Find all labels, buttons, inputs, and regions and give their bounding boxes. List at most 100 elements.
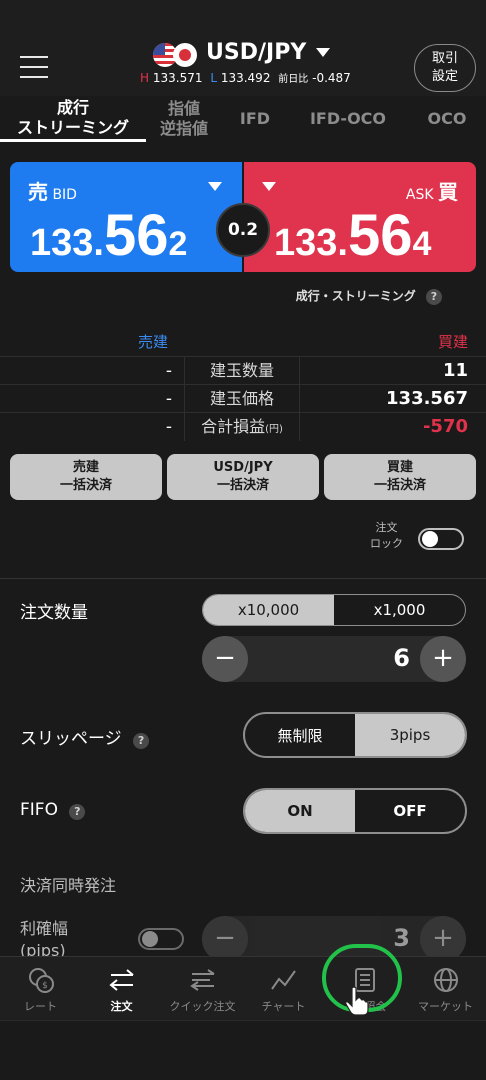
low-value: 133.492: [220, 71, 271, 85]
divider: [0, 578, 486, 579]
bid-label-en: BID: [52, 187, 77, 203]
currency-pair-selector[interactable]: USD/JPY: [206, 40, 331, 65]
change-label: 前日比: [278, 74, 309, 85]
bid-label-jp: 売: [28, 180, 48, 204]
chevron-down-icon: [316, 48, 331, 57]
buy-header: 買建: [437, 333, 468, 351]
ask-caret-icon: [262, 182, 276, 191]
fifo-selector[interactable]: ON OFF: [243, 788, 467, 834]
change-value: -0.487: [312, 71, 351, 85]
order-type-label: 成行・ストリーミング ?: [296, 287, 442, 305]
order-lock-toggle[interactable]: [418, 528, 464, 550]
row-unit: (円): [265, 424, 283, 435]
plus-button[interactable]: +: [420, 636, 466, 682]
sell-value: -: [165, 361, 172, 381]
button-label: 売建: [72, 460, 99, 475]
nav-rate[interactable]: $ レート: [0, 957, 81, 1020]
row-label-text: 建玉数量: [209, 361, 274, 380]
bid-price-pip: 2: [168, 225, 188, 263]
ask-label-en: ASK: [405, 187, 434, 203]
slippage-option-3pips[interactable]: 3pips: [355, 714, 465, 756]
tab-label: 成行: [56, 97, 89, 117]
positions-table: 売建 買建 - 建玉数量 11 - 建玉価格 133.567 - 合計損益(円)…: [0, 326, 486, 441]
tab-limit-stop[interactable]: 指値 逆指値: [146, 96, 222, 142]
sell-value: -: [165, 389, 172, 409]
svg-text:$: $: [42, 981, 48, 991]
profit-width-label-line1: 利確幅: [20, 919, 69, 938]
minus-button[interactable]: −: [202, 636, 248, 682]
market-icon: [433, 968, 458, 992]
profit-width-value[interactable]: 3: [393, 924, 410, 952]
order-lock-label: 注文 ロック: [370, 520, 403, 552]
ask-price-small: 133.: [274, 222, 348, 264]
ask-label: ASK 買: [406, 176, 458, 205]
rate-icon: $: [28, 968, 54, 993]
slippage-option-unlimited[interactable]: 無制限: [245, 714, 355, 756]
tab-label: IFD: [239, 109, 271, 128]
fifo-option-on[interactable]: ON: [245, 790, 355, 832]
tab-label: IFD-OCO: [309, 109, 387, 128]
quick-order-icon: [189, 969, 215, 991]
buy-value: 133.567: [386, 388, 468, 409]
positions-header: 売建 買建: [0, 326, 486, 356]
nav-label: レート: [24, 1000, 57, 1013]
row-label: 建玉数量: [184, 357, 300, 385]
high-prefix: H: [140, 71, 150, 85]
tab-ifd-oco[interactable]: IFD-OCO: [288, 96, 408, 142]
nav-quick-order[interactable]: クイック注文: [162, 957, 243, 1020]
unit-option-10000[interactable]: x10,000: [203, 595, 334, 625]
spread-badge: 0.2: [216, 203, 270, 257]
profit-width-toggle[interactable]: [138, 928, 184, 950]
button-label: 一括決済: [373, 478, 426, 493]
settings-label-line2: 設定: [431, 69, 458, 84]
bid-price-big: 56: [103, 203, 169, 268]
high-value: 133.571: [152, 71, 203, 85]
ask-price-card[interactable]: ASK 買 133.564: [244, 162, 476, 272]
help-icon[interactable]: ?: [133, 733, 150, 749]
nav-chart[interactable]: チャート: [243, 957, 324, 1020]
bid-label: 売 BID: [28, 176, 77, 205]
quantity-unit-selector[interactable]: x10,000 x1,000: [202, 594, 466, 626]
help-icon[interactable]: ?: [426, 289, 442, 305]
help-icon[interactable]: ?: [69, 804, 86, 820]
bid-price-card[interactable]: 売 BID 133.562: [10, 162, 242, 272]
row-label: 建玉価格: [184, 385, 300, 413]
sell-bulk-settle-button[interactable]: 売建 一括決済: [10, 454, 162, 500]
trade-settings-button[interactable]: 取引 設定: [414, 44, 476, 92]
bottom-navigation: $ レート 注文 クイック注文 チャート 照会 マーケット: [0, 956, 486, 1020]
low-prefix: L: [210, 71, 217, 85]
nav-label: 注文: [110, 1000, 133, 1013]
sell-value: -: [165, 417, 172, 437]
tab-oco[interactable]: OCO: [408, 96, 486, 142]
chart-icon: [270, 970, 296, 990]
slippage-selector[interactable]: 無制限 3pips: [243, 712, 467, 758]
order-icon: [108, 969, 134, 991]
tab-label: 指値: [167, 99, 200, 118]
quantity-value[interactable]: 6: [393, 644, 410, 672]
app-header: USD/JPY H 133.571 L 133.492 前日比 -0.487 取…: [0, 0, 486, 96]
nav-market[interactable]: マーケット: [405, 957, 486, 1020]
bid-price-small: 133.: [30, 222, 104, 264]
nav-order[interactable]: 注文: [81, 957, 162, 1020]
row-label: 合計損益(円): [184, 413, 300, 441]
settings-label-line1: 取引: [431, 51, 458, 66]
slippage-label-text: スリッページ: [20, 729, 122, 749]
nav-label: マーケット: [418, 1000, 473, 1013]
fifo-label-text: FIFO: [20, 800, 58, 820]
order-type-text: 成行・ストリーミング: [295, 289, 416, 303]
unit-option-1000[interactable]: x1,000: [334, 595, 465, 625]
bid-caret-icon: [208, 182, 222, 191]
button-label: 買建: [386, 460, 413, 475]
tab-market-streaming[interactable]: 成行 ストリーミング: [0, 96, 146, 142]
menu-icon[interactable]: [20, 56, 48, 78]
quantity-stepper: − 6 +: [202, 636, 466, 682]
toggle-knob: [142, 931, 158, 947]
tab-ifd[interactable]: IFD: [222, 96, 288, 142]
high-low-row: H 133.571 L 133.492 前日比 -0.487: [140, 70, 351, 85]
buy-bulk-settle-button[interactable]: 買建 一括決済: [324, 454, 476, 500]
tab-label: 逆指値: [159, 119, 208, 138]
button-label: 一括決済: [59, 478, 112, 493]
pair-bulk-settle-button[interactable]: USD/JPY 一括決済: [167, 454, 319, 500]
fifo-option-off[interactable]: OFF: [355, 790, 465, 832]
pnl-value: -570: [422, 416, 468, 437]
